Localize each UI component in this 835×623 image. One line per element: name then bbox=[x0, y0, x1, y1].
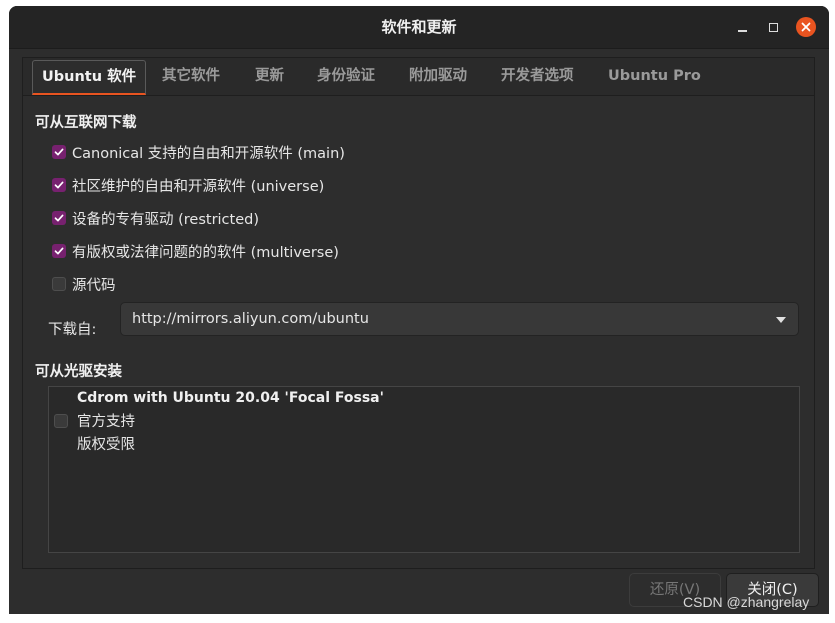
close-icon[interactable] bbox=[796, 17, 816, 37]
internet-section-title: 可从互联网下载 bbox=[35, 115, 137, 131]
software-updates-window: 软件和更新 Ubuntu 软件 其它软件 更新 身份验证 附加驱动 开发者选项 … bbox=[9, 6, 829, 614]
option-main[interactable]: Canonical 支持的自由和开源软件 (main) bbox=[52, 140, 345, 164]
option-multiverse[interactable]: 有版权或法律问题的的软件 (multiverse) bbox=[52, 239, 339, 263]
tab-bar: Ubuntu 软件 其它软件 更新 身份验证 附加驱动 开发者选项 Ubuntu… bbox=[22, 57, 815, 96]
tab-additional-drivers[interactable]: 附加驱动 bbox=[409, 58, 467, 95]
cdrom-section-title: 可从光驱安装 bbox=[35, 364, 122, 380]
option-source-code[interactable]: 源代码 bbox=[52, 272, 116, 296]
option-universe-label: 社区维护的自由和开源软件 (universe) bbox=[72, 178, 325, 195]
tab-panel-ubuntu-software: 可从互联网下载 Canonical 支持的自由和开源软件 (main) 社区维护… bbox=[22, 95, 815, 569]
tab-authentication[interactable]: 身份验证 bbox=[317, 58, 375, 95]
minimize-icon[interactable] bbox=[732, 17, 752, 37]
cdrom-list: Cdrom with Ubuntu 20.04 'Focal Fossa' 官方… bbox=[48, 386, 800, 553]
maximize-icon[interactable] bbox=[763, 17, 783, 37]
cdrom-entry-title: Cdrom with Ubuntu 20.04 'Focal Fossa' bbox=[77, 390, 384, 406]
checkbox-multiverse[interactable] bbox=[52, 244, 66, 258]
tab-other-software[interactable]: 其它软件 bbox=[162, 58, 220, 95]
checkbox-cdrom[interactable] bbox=[54, 414, 68, 428]
checkbox-restricted[interactable] bbox=[52, 211, 66, 225]
option-main-label: Canonical 支持的自由和开源软件 (main) bbox=[72, 145, 345, 162]
option-restricted[interactable]: 设备的专有驱动 (restricted) bbox=[52, 206, 259, 230]
cdrom-entry-line2: 版权受限 bbox=[77, 437, 135, 453]
tab-ubuntu-pro[interactable]: Ubuntu Pro bbox=[608, 58, 701, 95]
tab-ubuntu-software[interactable]: Ubuntu 软件 bbox=[32, 60, 147, 95]
option-source-code-label: 源代码 bbox=[72, 277, 116, 294]
cdrom-entry-line1: 官方支持 bbox=[77, 414, 135, 430]
download-server-value: http://mirrors.aliyun.com/ubuntu bbox=[132, 311, 369, 327]
window-title: 软件和更新 bbox=[381, 18, 457, 36]
option-multiverse-label: 有版权或法律问题的的软件 (multiverse) bbox=[72, 244, 339, 261]
checkbox-source-code[interactable] bbox=[52, 277, 66, 291]
chevron-down-icon bbox=[776, 317, 786, 323]
tab-updates[interactable]: 更新 bbox=[255, 58, 284, 95]
checkbox-main[interactable] bbox=[52, 145, 66, 159]
title-bar[interactable]: 软件和更新 bbox=[9, 6, 829, 49]
download-server-dropdown[interactable]: http://mirrors.aliyun.com/ubuntu bbox=[120, 302, 799, 336]
checkbox-universe[interactable] bbox=[52, 178, 66, 192]
option-universe[interactable]: 社区维护的自由和开源软件 (universe) bbox=[52, 173, 324, 197]
option-restricted-label: 设备的专有驱动 (restricted) bbox=[72, 211, 259, 228]
watermark: CSDN @zhangrelay bbox=[683, 594, 810, 610]
download-from-label: 下载自: bbox=[48, 322, 97, 338]
tab-developer-options[interactable]: 开发者选项 bbox=[501, 58, 574, 95]
